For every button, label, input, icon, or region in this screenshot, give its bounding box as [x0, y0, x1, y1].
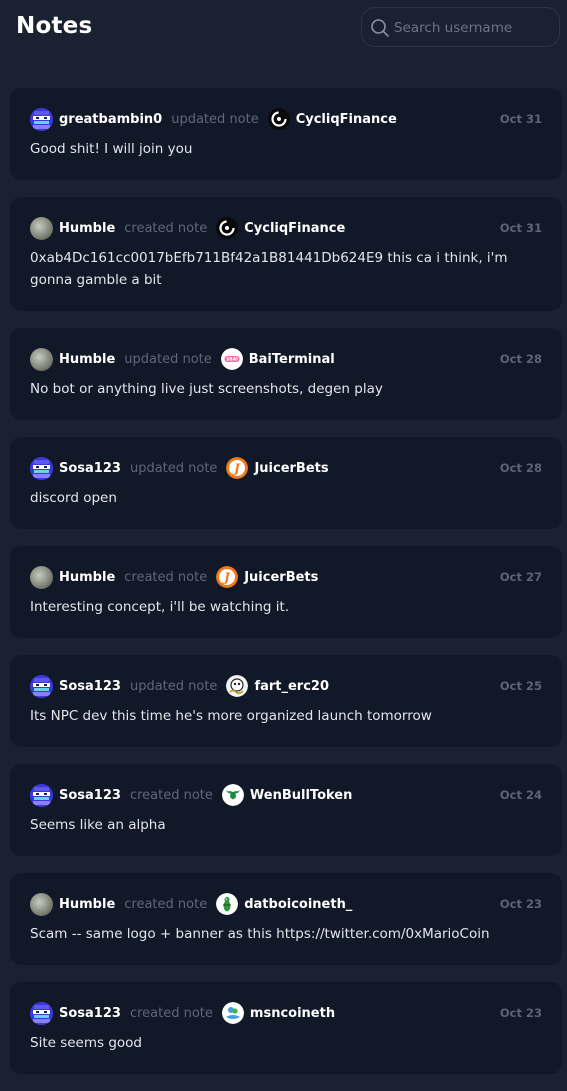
note-action: created note — [124, 896, 208, 912]
svg-text:$BAI: $BAI — [226, 357, 238, 363]
note-header: Humble created note datboicoineth_ Oct 23 — [30, 892, 542, 916]
bull-icon[interactable] — [221, 784, 244, 806]
note-date: Oct 27 — [499, 570, 542, 584]
msn-icon[interactable] — [221, 1002, 244, 1024]
note-header: Humble created note CycliqFinance Oct 31 — [30, 216, 542, 240]
svg-text:J: J — [233, 462, 242, 476]
username[interactable]: Humble — [59, 352, 115, 367]
pixel-avatar[interactable] — [30, 107, 53, 131]
note-action: created note — [124, 220, 208, 236]
note-date: Oct 28 — [499, 461, 542, 475]
note-card[interactable]: Humble created note datboicoineth_ Oct 23 Sc… — [10, 873, 562, 965]
note-card[interactable]: greatbambin0 updated note CycliqFinance Oct… — [10, 88, 562, 180]
note-card[interactable]: Sosa123 updated note J JuicerBets Oct 28 disc… — [10, 437, 562, 529]
gray-avatar[interactable] — [30, 216, 53, 240]
cycliq-icon[interactable] — [267, 108, 290, 130]
juicer-icon[interactable]: J — [216, 566, 239, 588]
note-action: created note — [129, 787, 213, 803]
note-action: updated note — [171, 111, 259, 127]
project-name[interactable]: fart_erc20 — [254, 679, 329, 694]
username[interactable]: Sosa123 — [59, 679, 121, 694]
note-date: Oct 23 — [499, 1006, 542, 1020]
frog-icon[interactable] — [216, 893, 239, 915]
page-title: Notes — [16, 13, 93, 39]
project-name[interactable]: msncoineth — [250, 1006, 335, 1021]
note-text: Its NPC dev this time he's more organize… — [30, 708, 432, 724]
note-text: Good shit! I will join you — [30, 141, 193, 157]
note-header: Sosa123 created note msncoineth Oct 23 — [30, 1001, 542, 1025]
bai-icon[interactable]: $BAI — [220, 348, 243, 370]
note-card[interactable]: Humble updated note $BAI BaiTerminal Oct 28 N… — [10, 328, 562, 420]
note-header: Sosa123 updated note fart_erc20 Oct 25 — [30, 674, 542, 698]
project-name[interactable]: datboicoineth_ — [244, 897, 352, 912]
project-name[interactable]: JuicerBets — [254, 461, 328, 476]
username[interactable]: Humble — [59, 570, 115, 585]
note-text: Scam -- same logo + banner as this https… — [30, 926, 490, 942]
note-date: Oct 23 — [499, 897, 542, 911]
note-text: No bot or anything live just screenshots… — [30, 381, 383, 397]
note-date: Oct 31 — [499, 112, 542, 126]
note-text: discord open — [30, 490, 117, 506]
header: Notes — [0, 0, 567, 60]
note-card[interactable]: Sosa123 updated note fart_erc20 Oct 25 Its N… — [10, 655, 562, 747]
note-header: Humble updated note $BAI BaiTerminal Oct 28 — [30, 347, 542, 371]
note-action: created note — [129, 1005, 213, 1021]
note-action: created note — [124, 569, 208, 585]
project-name[interactable]: JuicerBets — [244, 570, 318, 585]
gray-avatar[interactable] — [30, 892, 53, 916]
username[interactable]: Humble — [59, 897, 115, 912]
cycliq-icon[interactable] — [216, 217, 239, 239]
username[interactable]: Sosa123 — [59, 461, 121, 476]
note-action: updated note — [129, 678, 218, 694]
username[interactable]: greatbambin0 — [59, 112, 162, 127]
svg-text:J: J — [222, 571, 231, 585]
note-card[interactable]: Sosa123 created note WenBullToken Oct 24 See… — [10, 764, 562, 856]
note-text: Site seems good — [30, 1035, 142, 1051]
note-text: Interesting concept, i'll be watching it… — [30, 599, 290, 615]
search-input[interactable] — [394, 17, 554, 39]
note-action: updated note — [124, 351, 212, 367]
gray-avatar[interactable] — [30, 565, 53, 589]
note-header: Humble created note J JuicerBets Oct 27 — [30, 565, 542, 589]
search-icon — [371, 19, 389, 37]
note-header: Sosa123 updated note J JuicerBets Oct 28 — [30, 456, 542, 480]
note-card[interactable]: Sosa123 created note msncoineth Oct 23 Site … — [10, 982, 562, 1074]
project-name[interactable]: CycliqFinance — [244, 221, 345, 236]
pixel-avatar[interactable] — [30, 1001, 53, 1025]
search-box[interactable] — [361, 7, 560, 47]
username[interactable]: Humble — [59, 221, 115, 236]
note-date: Oct 25 — [499, 679, 542, 693]
username[interactable]: Sosa123 — [59, 788, 121, 803]
pixel-avatar[interactable] — [30, 783, 53, 807]
note-date: Oct 28 — [499, 352, 542, 366]
project-name[interactable]: BaiTerminal — [249, 352, 335, 367]
note-card[interactable]: Humble created note J JuicerBets Oct 27 Inter… — [10, 546, 562, 638]
pixel-avatar[interactable] — [30, 674, 53, 698]
gray-avatar[interactable] — [30, 347, 53, 371]
note-text: Seems like an alpha — [30, 817, 166, 833]
pixel-avatar[interactable] — [30, 456, 53, 480]
note-header: greatbambin0 updated note CycliqFinance Oct… — [30, 107, 542, 131]
note-date: Oct 24 — [499, 788, 542, 802]
note-action: updated note — [129, 460, 218, 476]
note-text: 0xab4Dc161cc0017bEfb711Bf42a1B81441Db624… — [30, 250, 508, 288]
note-header: Sosa123 created note WenBullToken Oct 24 — [30, 783, 542, 807]
note-card[interactable]: Humble created note CycliqFinance Oct 31 0xa… — [10, 197, 562, 311]
fart-icon[interactable] — [226, 675, 249, 697]
project-name[interactable]: CycliqFinance — [296, 112, 397, 127]
note-date: Oct 31 — [499, 221, 542, 235]
juicer-icon[interactable]: J — [226, 457, 249, 479]
project-name[interactable]: WenBullToken — [250, 788, 352, 803]
username[interactable]: Sosa123 — [59, 1006, 121, 1021]
notes-list: greatbambin0 updated note CycliqFinance Oct… — [10, 88, 562, 1091]
